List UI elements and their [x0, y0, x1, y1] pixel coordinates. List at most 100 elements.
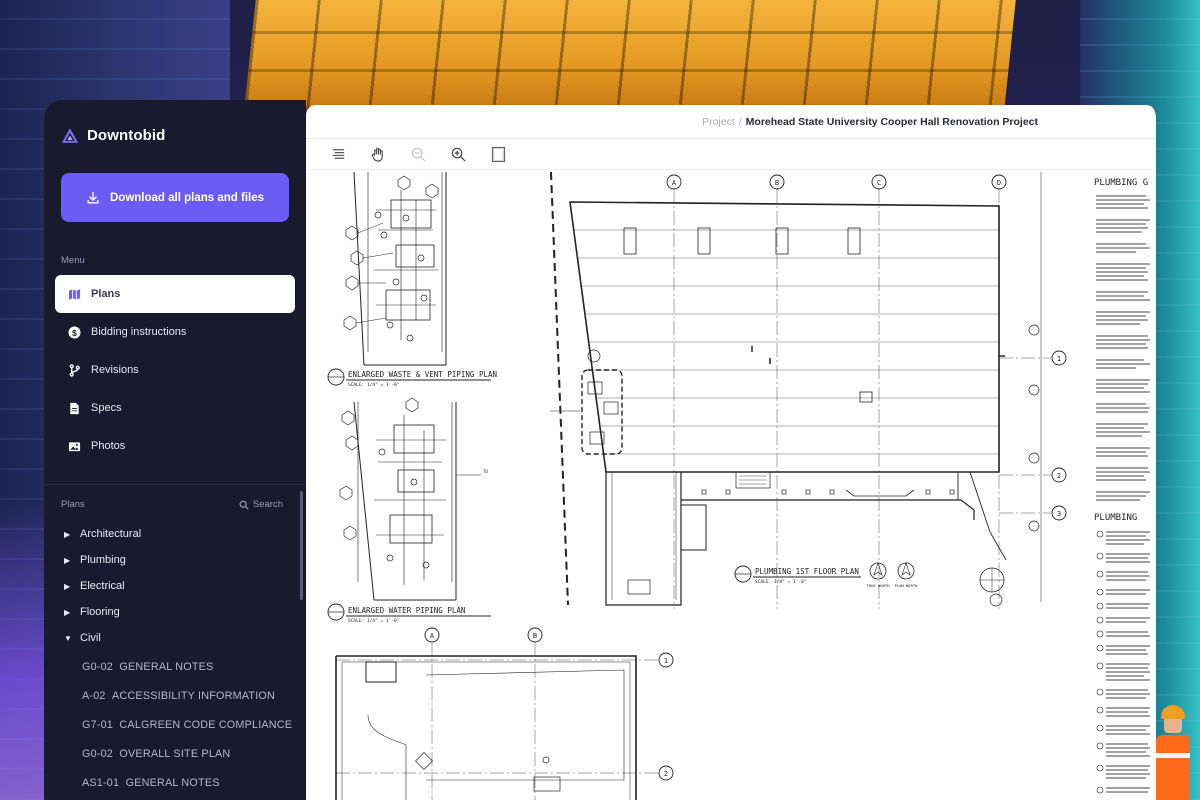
grid-label: A: [430, 632, 435, 640]
caret-right-icon: ▶: [64, 581, 71, 591]
grid-label: B: [533, 632, 537, 640]
plumbing-notes: PLUMBING G PLUMBING: [1094, 178, 1150, 794]
breadcrumb-separator: /: [738, 115, 742, 128]
search-icon: [239, 500, 249, 510]
brand-logo-icon: [61, 128, 79, 143]
plans-category-label: Plumbing: [80, 554, 126, 566]
plans-category-flooring[interactable]: ▶ Flooring: [64, 599, 289, 625]
list-icon[interactable]: [328, 144, 348, 164]
grid-label: 3: [1057, 510, 1061, 518]
sheet-name: ACCESSIBILITY INFORMATION: [112, 689, 275, 702]
sheet-name: GENERAL NOTES: [125, 777, 220, 790]
background-building: [244, 0, 1016, 110]
grid-label: 2: [664, 770, 668, 778]
dollar-icon: $: [67, 325, 81, 339]
fit-page-icon[interactable]: [488, 144, 508, 164]
menu-item-plans[interactable]: Plans: [55, 275, 295, 313]
map-icon: [67, 287, 81, 301]
sheet-item[interactable]: AS1-01 GENERAL NOTES: [82, 769, 302, 798]
sidebar: Downtobid Download all plans and files M…: [44, 100, 306, 800]
drawing-title-water: ENLARGED WATER PIPING PLAN: [348, 606, 465, 615]
grid-bubbles-side: 1 2 3: [999, 172, 1067, 602]
sheet-code: A-02: [82, 689, 106, 702]
enlarged-water-plan: TO ENLARGED WATER PIPING PLAN SCALE: 1/4…: [327, 397, 491, 624]
caret-right-icon: ▶: [64, 529, 71, 539]
sheet-item[interactable]: G7-01 CALGREEN CODE COMPLIANCE: [82, 710, 302, 739]
caret-right-icon: ▶: [64, 555, 71, 565]
civil-sheet-list: G0-02 GENERAL NOTES A-02 ACCESSIBILITY I…: [82, 652, 302, 798]
menu-item-label: Plans: [91, 288, 121, 300]
grid-label: 1: [1057, 355, 1061, 363]
north-label: PLAN NORTH: [895, 583, 919, 588]
brand: Downtobid: [61, 127, 165, 144]
breadcrumb-root[interactable]: Project: [702, 116, 735, 128]
menu-item-specs[interactable]: Specs: [55, 389, 295, 427]
plans-category-label: Civil: [80, 632, 101, 644]
plans-search-button[interactable]: Search: [239, 499, 283, 510]
app-window: Downtobid Download all plans and files M…: [44, 100, 1156, 800]
download-all-label: Download all plans and files: [110, 191, 264, 204]
sheet-name: GENERAL NOTES: [119, 660, 214, 673]
drawing-title-waste: ENLARGED WASTE & VENT PIPING PLAN: [348, 370, 497, 379]
plans-category-architectural[interactable]: ▶ Architectural: [64, 521, 289, 547]
plans-category-electrical[interactable]: ▶ Electrical: [64, 573, 289, 599]
sheet-item[interactable]: G0-02 OVERALL SITE PLAN: [82, 740, 302, 769]
construction-worker-illustration: [1156, 705, 1190, 800]
plumbing-floor-plan: [550, 201, 1040, 607]
grid-label: 2: [1057, 472, 1061, 480]
sheet-code: AS1-01: [82, 777, 120, 790]
document-icon: [67, 401, 81, 415]
menu-label: Menu: [61, 255, 85, 266]
plans-header: Plans Search: [61, 499, 283, 510]
menu-item-label: Revisions: [91, 364, 139, 376]
image-icon: [67, 439, 81, 453]
grid-label: 1: [664, 657, 668, 665]
drawing-scale-water: SCALE: 1/4" = 1'-0": [348, 618, 399, 624]
plans-category-label: Flooring: [80, 606, 120, 618]
menu-item-revisions[interactable]: Revisions: [55, 351, 295, 389]
hand-icon[interactable]: [368, 144, 388, 164]
zoom-out-icon[interactable]: [408, 144, 428, 164]
sheet-name: OVERALL SITE PLAN: [119, 748, 231, 761]
plans-label: Plans: [61, 499, 85, 510]
viewer-toolbar: [306, 139, 1156, 170]
menu-item-label: Photos: [91, 440, 126, 452]
drawing-title-floor: PLUMBING 1ST FLOOR PLAN: [755, 567, 859, 576]
download-icon: [87, 191, 99, 204]
sheet-code: G0-02: [82, 748, 114, 761]
sheet-name: CALGREEN CODE COMPLIANCE: [119, 718, 293, 731]
drawing-scale-waste: SCALE: 1/4" = 1'-0": [348, 382, 399, 388]
plans-category-tree: ▶ Architectural ▶ Plumbing ▶ Electrical …: [64, 521, 289, 651]
lower-plan: A B 1 2: [335, 627, 674, 800]
breadcrumb: Project / Morehead State University Coop…: [306, 105, 1156, 139]
menu-item-label: Specs: [91, 402, 122, 414]
sheet-code: G0-02: [82, 660, 114, 673]
sheet-item[interactable]: A-02 ACCESSIBILITY INFORMATION: [82, 681, 302, 710]
plans-scrollbar[interactable]: [300, 491, 303, 600]
menu-item-photos[interactable]: Photos: [55, 427, 295, 465]
enlarged-waste-plan: ENLARGED WASTE & VENT PIPING PLAN SCALE:…: [327, 171, 497, 388]
plans-category-plumbing[interactable]: ▶ Plumbing: [64, 547, 289, 573]
drawing-scale-floor: SCALE: 1/8" = 1'-0": [755, 579, 806, 585]
blueprint-drawing[interactable]: ENLARGED WASTE & VENT PIPING PLAN SCALE:…: [306, 170, 1156, 800]
plans-category-label: Electrical: [80, 580, 125, 592]
branch-icon: [67, 363, 81, 377]
menu-item-label: Bidding instructions: [91, 326, 187, 338]
sheet-code: G7-01: [82, 718, 114, 731]
main-menu: Plans $ Bidding instructions Revisions S…: [55, 275, 295, 465]
grid-label: C: [877, 179, 881, 187]
floor-plan-title: PLUMBING 1ST FLOOR PLAN SCALE: 1/8" = 1'…: [734, 562, 919, 588]
plans-search-label: Search: [252, 499, 283, 510]
svg-text:$: $: [72, 327, 77, 337]
svg-text:TO: TO: [483, 469, 488, 474]
sheet-item[interactable]: G0-02 GENERAL NOTES: [82, 652, 302, 681]
grid-label: D: [997, 179, 1001, 187]
download-all-button[interactable]: Download all plans and files: [61, 173, 289, 222]
plan-viewer: Project / Morehead State University Coop…: [306, 105, 1156, 800]
plans-category-civil[interactable]: ▼ Civil: [64, 625, 289, 651]
zoom-in-icon[interactable]: [448, 144, 468, 164]
menu-item-bidding-instructions[interactable]: $ Bidding instructions: [55, 313, 295, 351]
notes-heading: PLUMBING G: [1094, 178, 1148, 188]
notes-heading: PLUMBING: [1094, 513, 1137, 523]
grid-bubbles-top: A B C D: [666, 174, 1007, 609]
